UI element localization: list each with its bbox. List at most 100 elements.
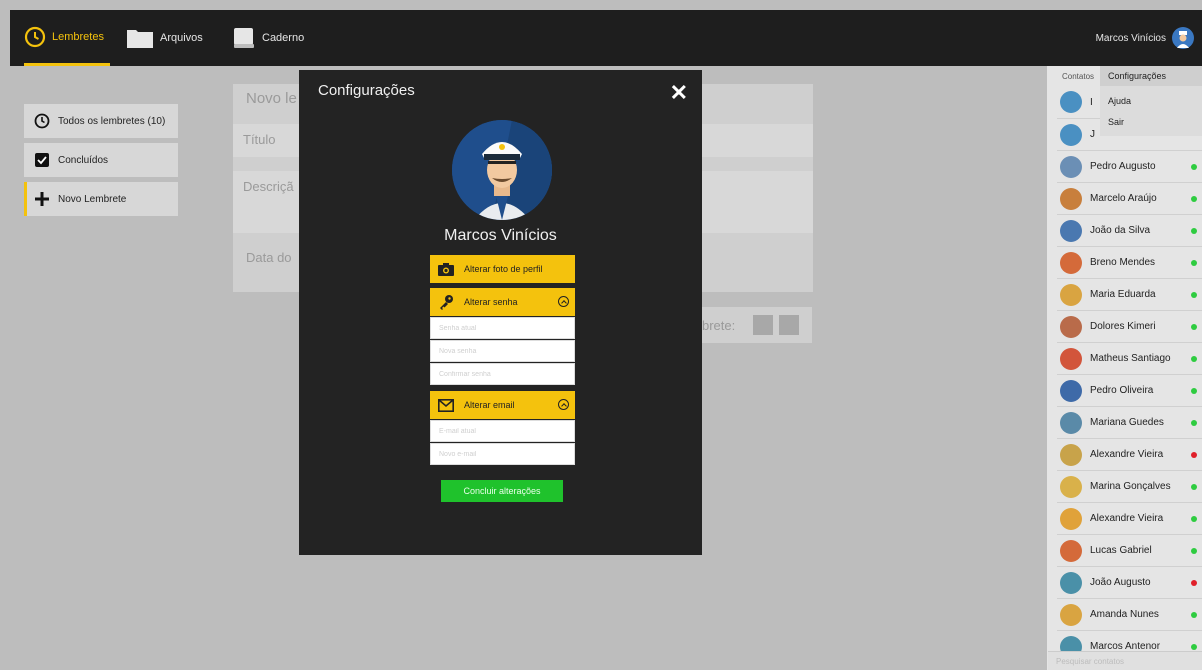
menu-item-ajuda[interactable]: Ajuda — [1108, 96, 1131, 106]
modal-title: Configurações — [318, 82, 415, 99]
search-contacts-input[interactable] — [1048, 651, 1202, 670]
contact-name: João Augusto — [1090, 577, 1151, 588]
status-dot — [1191, 259, 1197, 266]
contact-item[interactable]: Alexandre Vieira — [1057, 502, 1202, 534]
contact-avatar — [1060, 123, 1082, 146]
status-dot — [1191, 451, 1197, 458]
contact-name: Mariana Guedes — [1090, 417, 1164, 428]
status-dot — [1191, 387, 1197, 394]
status-dot — [1191, 579, 1197, 586]
status-dot — [1191, 547, 1197, 554]
user-name: Marcos Vinícios — [1095, 32, 1166, 44]
clock-icon — [24, 26, 46, 47]
sidebar-item-label: Novo Lembrete — [58, 193, 127, 205]
contact-item[interactable]: Pedro Oliveira — [1057, 374, 1202, 406]
nav-lembretes[interactable]: Lembretes — [24, 10, 110, 66]
status-dot — [1191, 643, 1197, 650]
contact-item[interactable]: Mariana Guedes — [1057, 406, 1202, 438]
contact-name: Marcelo Araújo — [1090, 193, 1157, 204]
change-photo-button[interactable]: Alterar foto de perfil — [430, 255, 575, 283]
contact-avatar — [1060, 539, 1082, 562]
new-password-input[interactable] — [430, 340, 575, 362]
status-dot — [1191, 227, 1197, 234]
contact-name: Dolores Kimeri — [1090, 321, 1156, 332]
contact-item[interactable]: Maria Eduarda — [1057, 278, 1202, 310]
contact-name: Amanda Nunes — [1090, 609, 1159, 620]
color-swatch[interactable] — [779, 315, 800, 335]
contact-avatar — [1060, 219, 1082, 242]
change-password-button[interactable]: Alterar senha — [430, 288, 575, 316]
change-email-button[interactable]: Alterar email — [430, 391, 575, 419]
top-bar: Lembretes Arquivos Caderno Marcos Viníci… — [10, 10, 1202, 66]
color-swatch[interactable] — [753, 315, 774, 335]
sidebar-item-novo-lembrete[interactable]: Novo Lembrete — [24, 182, 178, 216]
envelope-icon — [438, 398, 454, 412]
contact-avatar — [1060, 475, 1082, 498]
contact-item[interactable]: Alexandre Vieira — [1057, 438, 1202, 470]
contact-avatar — [1060, 155, 1082, 178]
status-dot — [1191, 611, 1197, 618]
contact-avatar — [1060, 315, 1082, 338]
status-dot — [1191, 419, 1197, 426]
contact-name: Matheus Santiago — [1090, 353, 1171, 364]
current-email-input[interactable] — [430, 420, 575, 442]
status-dot — [1191, 483, 1197, 490]
folder-icon — [127, 30, 153, 48]
form-title: Novo le — [246, 90, 297, 107]
contact-name: Lucas Gabriel — [1090, 545, 1152, 556]
key-icon — [440, 295, 453, 310]
menu-item-sair[interactable]: Sair — [1108, 117, 1124, 127]
submit-changes-button[interactable]: Concluir alterações — [441, 480, 563, 502]
chevron-up-icon[interactable] — [558, 399, 569, 410]
change-photo-label: Alterar foto de perfil — [464, 264, 543, 274]
contact-item[interactable]: João da Silva — [1057, 214, 1202, 246]
sidebar-item-todos[interactable]: Todos os lembretes (10) — [24, 104, 178, 138]
checkbox-icon — [35, 153, 49, 167]
contact-item[interactable]: João Augusto — [1057, 566, 1202, 598]
nav-arquivos-label: Arquivos — [160, 32, 203, 44]
notebook-icon — [234, 28, 254, 48]
contact-avatar — [1060, 283, 1082, 306]
nav-arquivos[interactable]: Arquivos — [126, 10, 203, 66]
contact-avatar — [1060, 91, 1082, 113]
nav-lembretes-label: Lembretes — [52, 30, 104, 43]
lembrete-label: brete: — [702, 317, 736, 333]
contact-avatar — [1060, 443, 1082, 466]
status-dot — [1191, 515, 1197, 522]
close-icon[interactable]: ✕ — [670, 80, 688, 106]
new-email-input[interactable] — [430, 443, 575, 465]
contact-avatar — [1060, 411, 1082, 434]
chevron-up-icon[interactable] — [558, 296, 569, 307]
contact-item[interactable]: Marina Gonçalves — [1057, 470, 1202, 502]
settings-modal: Configurações ✕ Marcos Vinícios Alterar … — [299, 70, 702, 555]
descricao-placeholder: Descriçã — [243, 179, 294, 194]
contact-item[interactable]: Pedro Augusto — [1057, 150, 1202, 182]
contact-item[interactable]: Amanda Nunes — [1057, 598, 1202, 630]
user-menu[interactable]: Marcos Vinícios — [1096, 10, 1194, 66]
contact-item[interactable]: Marcelo Araújo — [1057, 182, 1202, 214]
contact-item[interactable]: Breno Mendes — [1057, 246, 1202, 278]
contact-name: Alexandre Vieira — [1090, 513, 1164, 524]
contact-name: Pedro Oliveira — [1090, 385, 1154, 396]
menu-item-configuracoes[interactable]: Configurações — [1100, 66, 1202, 86]
confirm-password-input[interactable] — [430, 363, 575, 385]
captain-avatar-icon — [452, 120, 552, 220]
contact-item[interactable]: Dolores Kimeri — [1057, 310, 1202, 342]
contact-item[interactable]: Lucas Gabriel — [1057, 534, 1202, 566]
status-dot — [1191, 163, 1197, 170]
sidebar-item-label: Todos os lembretes (10) — [58, 115, 166, 127]
user-dropdown-menu: Configurações Ajuda Sair — [1100, 66, 1202, 136]
nav-caderno[interactable]: Caderno — [232, 10, 304, 66]
status-dot — [1191, 355, 1197, 362]
contact-item[interactable]: Matheus Santiago — [1057, 342, 1202, 374]
contact-avatar — [1060, 187, 1082, 210]
plus-icon — [35, 192, 49, 206]
contact-name: João da Silva — [1090, 225, 1151, 236]
current-password-input[interactable] — [430, 317, 575, 339]
titulo-placeholder: Título — [243, 132, 276, 147]
contact-avatar — [1060, 507, 1082, 530]
status-dot — [1191, 195, 1197, 202]
sidebar-item-concluidos[interactable]: Concluídos — [24, 143, 178, 177]
change-password-label: Alterar senha — [464, 297, 518, 307]
status-dot — [1191, 291, 1197, 298]
